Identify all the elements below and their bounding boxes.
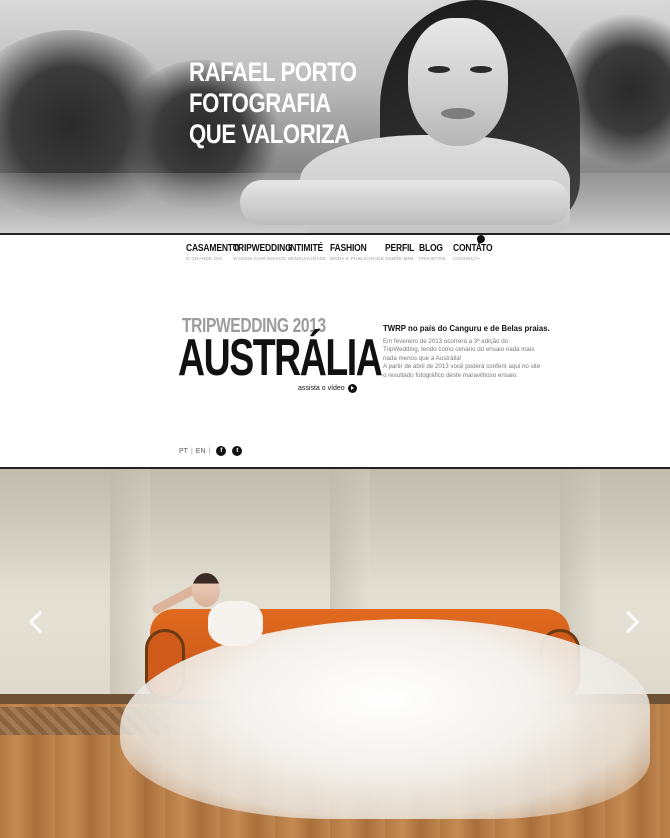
separator: | xyxy=(208,447,211,455)
language-en-link[interactable]: EN xyxy=(196,448,206,455)
hero-divider xyxy=(0,233,670,235)
nav-item-label: BLOG xyxy=(419,243,443,254)
facebook-icon[interactable]: f xyxy=(216,446,227,456)
feature-description-paragraph: Em fevereiro de 2013 ocorrerá a 3ª ediçã… xyxy=(383,338,535,362)
nav-item-blog[interactable]: BLOG PROJETOS xyxy=(419,243,447,261)
play-icon xyxy=(347,384,357,393)
watch-video-label: assista o vídeo xyxy=(298,385,345,392)
nav-item-label: CASAMENTO xyxy=(186,243,240,254)
nav-item-sub: SENSUALIDADE xyxy=(288,256,327,261)
feature-description: Em fevereiro de 2013 ocorrerá a 3ª ediçã… xyxy=(383,338,543,380)
nav-item-fashion[interactable]: FASHION MODA E PUBLICIDADE xyxy=(330,243,384,261)
chevron-left-icon[interactable] xyxy=(24,607,52,641)
feature-title: AUSTRÁLIA xyxy=(178,329,383,387)
hero-model-eye xyxy=(470,66,492,73)
nav-item-label: FASHION xyxy=(330,243,367,254)
wall-pillar xyxy=(110,469,150,699)
chevron-right-icon[interactable] xyxy=(616,607,644,641)
nav-item-label: INTIMITÉ xyxy=(288,243,324,254)
nav-item-sub: PROJETOS xyxy=(419,256,446,261)
hero-title-line: RAFAEL PORTO xyxy=(189,57,357,87)
nav-item-contato[interactable]: CONTATO CONHEÇA+ xyxy=(453,243,499,261)
language-social-bar: PT | EN | f t xyxy=(179,446,243,456)
slideshow-photo xyxy=(0,469,670,838)
hero-banner: RAFAEL PORTO FOTOGRAFIA QUE VALORIZA xyxy=(0,0,670,233)
hero-title-line: FOTOGRAFIA xyxy=(189,88,331,118)
nav-item-label: TRIPWEDDING xyxy=(233,243,292,254)
hero-model-arms xyxy=(240,180,570,225)
nav-item-label: CONTATO xyxy=(453,243,493,254)
watch-video-link[interactable]: assista o vídeo xyxy=(298,384,357,393)
nav-item-sub: SOBRE MIM xyxy=(385,256,414,261)
nav-item-sub: CONHEÇA+ xyxy=(453,256,481,261)
hero-model-eye xyxy=(428,66,450,73)
feature-description-title: TWRP no país do Canguru e de Belas praia… xyxy=(383,323,550,333)
separator: | xyxy=(190,447,193,455)
hero-model-face xyxy=(408,18,508,146)
nav-item-sub: MODA E PUBLICIDADE xyxy=(330,256,385,261)
hero-title-line: QUE VALORIZA xyxy=(189,119,350,149)
nav-item-perfil[interactable]: PERFIL SOBRE MIM xyxy=(385,243,419,261)
hero-model-lips xyxy=(441,108,475,119)
nav-item-label: PERFIL xyxy=(385,243,415,254)
feature-description-paragraph: A partir de abril de 2013 você poderá co… xyxy=(383,363,541,379)
twitter-icon[interactable]: t xyxy=(232,446,243,456)
hero-title: RAFAEL PORTO FOTOGRAFIA QUE VALORIZA xyxy=(189,57,357,150)
bride-torso xyxy=(208,601,263,646)
nav-item-intimite[interactable]: INTIMITÉ SENSUALIDADE xyxy=(288,243,329,261)
language-pt-link[interactable]: PT xyxy=(179,448,188,455)
bride-head xyxy=(192,573,220,607)
